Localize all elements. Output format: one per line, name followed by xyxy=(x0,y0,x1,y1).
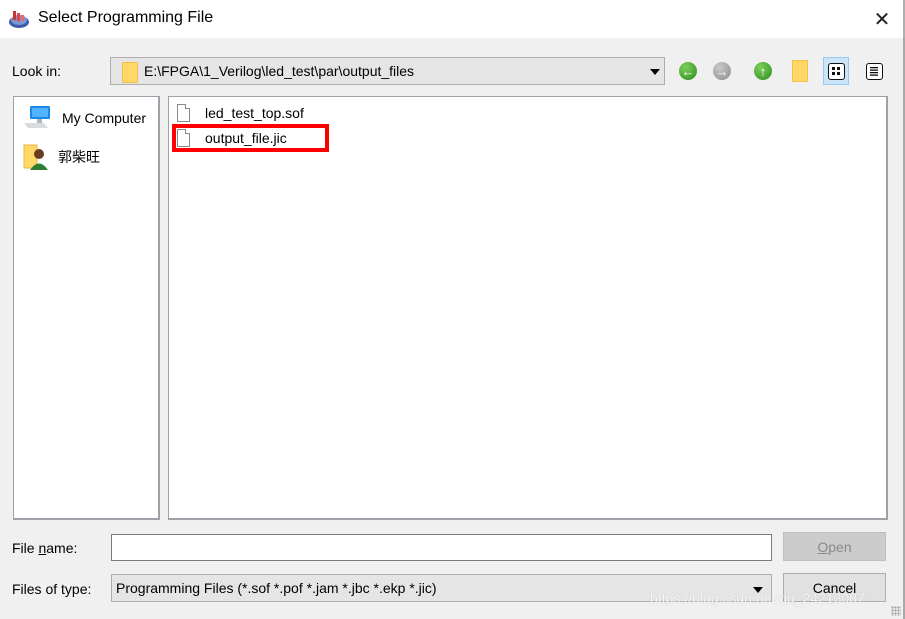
close-button[interactable]: ✕ xyxy=(859,0,905,38)
file-icon xyxy=(177,104,190,122)
look-in-path: E:\FPGA\1_Verilog\led_test\par\output_fi… xyxy=(144,63,415,79)
arrow-up-icon: ↑ xyxy=(754,62,772,80)
back-button[interactable]: ← xyxy=(675,57,701,85)
quartus-programmer-icon xyxy=(9,11,29,28)
look-in-label: Look in: xyxy=(12,63,62,79)
parent-directory-button[interactable]: ↑ xyxy=(750,57,776,85)
sidebar-item-label: 郭柴旺 xyxy=(58,149,100,165)
arrow-right-icon: → xyxy=(713,62,731,80)
files-of-type-combobox[interactable]: Programming Files (*.sof *.pof *.jam *.j… xyxy=(111,574,772,602)
file-icon xyxy=(177,129,190,147)
file-name: output_file.jic xyxy=(205,130,287,146)
user-folder-icon xyxy=(23,144,48,170)
folder-icon xyxy=(122,62,138,83)
files-of-type-label: Files of type: xyxy=(12,581,92,597)
resize-grip[interactable] xyxy=(891,606,901,616)
arrow-left-icon: ← xyxy=(679,62,697,80)
computer-icon xyxy=(24,106,50,128)
file-name-input[interactable] xyxy=(111,534,772,561)
forward-button[interactable]: → xyxy=(709,57,735,85)
new-folder-icon xyxy=(792,60,808,82)
file-item[interactable]: led_test_top.sof xyxy=(177,102,304,124)
sidebar-item-my-computer[interactable]: My Computer xyxy=(22,105,146,131)
dropdown-arrow-icon xyxy=(650,69,660,75)
sidebar-item-user[interactable]: 郭柴旺 xyxy=(22,143,100,171)
file-name: led_test_top.sof xyxy=(205,105,304,121)
title-bar: Select Programming File ✕ xyxy=(0,0,905,38)
files-of-type-value: Programming Files (*.sof *.pof *.jam *.j… xyxy=(116,580,437,596)
file-name-label: File name: xyxy=(12,540,78,556)
sidebar-item-label: My Computer xyxy=(62,110,147,126)
create-new-folder-button[interactable] xyxy=(787,57,813,85)
detail-view-button[interactable] xyxy=(861,57,887,85)
places-sidebar: My Computer 郭柴旺 xyxy=(13,96,160,520)
detail-view-icon xyxy=(865,62,883,80)
dropdown-arrow-icon xyxy=(753,587,763,593)
window-title: Select Programming File xyxy=(38,9,214,26)
cancel-button[interactable]: Cancel xyxy=(783,573,886,602)
list-view-icon xyxy=(827,62,845,80)
open-button[interactable]: Open xyxy=(783,532,886,561)
file-list: led_test_top.sof output_file.jic xyxy=(168,96,888,520)
list-view-button[interactable] xyxy=(823,57,849,85)
look-in-combobox[interactable]: E:\FPGA\1_Verilog\led_test\par\output_fi… xyxy=(110,57,665,85)
close-icon: ✕ xyxy=(873,8,891,31)
file-item[interactable]: output_file.jic xyxy=(177,127,287,149)
